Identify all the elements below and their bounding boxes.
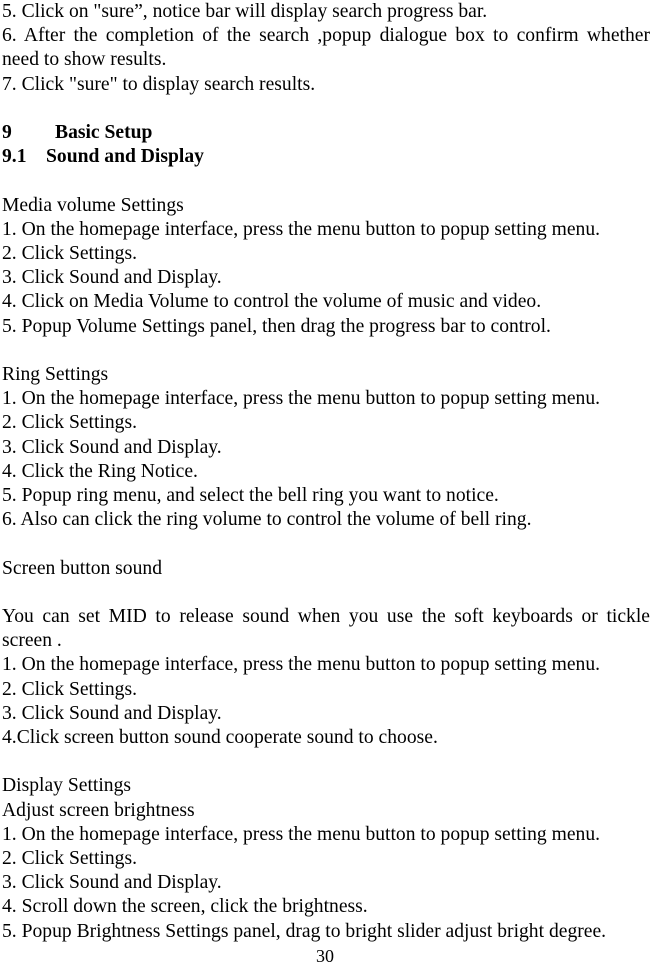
body-line: 4. Scroll down the screen, click the bri… [2,896,368,918]
section-heading-text: Basic Setup [55,122,153,143]
body-line: Ring Settings [2,364,109,385]
section-heading-number: 9 [2,122,12,143]
section-heading: 9 Basic Setup [2,121,650,145]
body-line: 1. On the homepage interface, press the … [2,388,601,410]
document-body: 5. Click on "sure”, notice bar will disp… [2,0,650,944]
section-heading: 9.1 Sound and Display [2,145,650,169]
body-line: 6. Also can click the ring volume to con… [2,509,532,531]
body-line: 3. Click Sound and Display. [2,872,222,894]
body-line: Screen button sound [2,557,162,579]
body-line: You can set MID to release sound when yo… [2,606,650,627]
body-line: 1. On the homepage interface, press the … [2,218,601,240]
body-line: 1. On the homepage interface, press the … [2,823,601,845]
body-line: 6. After the completion of the search ,p… [2,25,650,47]
section-heading-text: Sound and Display [46,146,204,168]
body-line: 3. Click Sound and Display. [2,702,222,724]
body-line: 2. Click Settings. [2,412,137,434]
body-line: 4. Click the Ring Notice. [2,460,198,482]
section-heading-number: 9.1 [2,146,27,168]
body-line: 7. Click "sure" to display search result… [2,73,316,95]
body-line: 3. Click Sound and Display. [2,436,222,458]
body-line: need to show results. [2,49,167,71]
body-paragraph: 6. After the completion of the search ,p… [2,24,650,72]
body-line: 5. Popup Volume Settings panel, then dra… [2,315,551,337]
body-line: Display Settings [2,775,131,797]
body-line: 5. Popup Brightness Settings panel, drag… [2,920,607,942]
document-page: 5. Click on "sure”, notice bar will disp… [0,0,650,972]
body-line: 1. On the homepage interface, press the … [2,654,601,676]
body-line: 4. Click on Media Volume to control the … [2,291,542,313]
body-paragraph: You can set MID to release sound when yo… [2,605,650,653]
body-line: Adjust screen brightness [2,799,195,821]
body-line: screen . [2,630,62,652]
body-line: 4.Click screen button sound cooperate so… [2,727,438,749]
body-line: 5. Popup ring menu, and select the bell … [2,485,499,507]
body-line: 2. Click Settings. [2,848,137,870]
body-line: 5. Click on "sure”, notice bar will disp… [2,1,488,22]
body-line: 2. Click Settings. [2,243,137,264]
body-line: 3. Click Sound and Display. [2,267,222,289]
body-line: Media volume Settings [2,194,184,216]
page-number: 30 [316,946,334,966]
body-line: 2. Click Settings. [2,678,137,700]
